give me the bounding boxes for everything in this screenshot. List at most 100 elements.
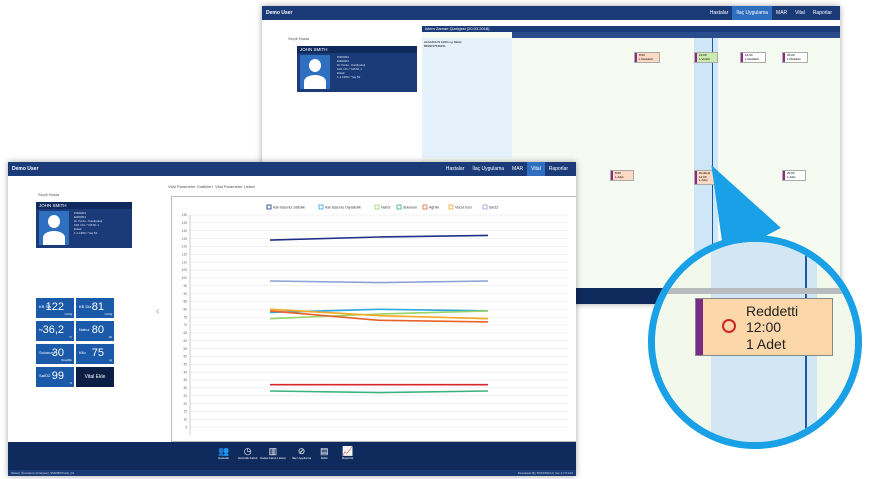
zoom-event-stripe [696,299,703,355]
y-tick-label: 20 [183,402,187,406]
zoom-divider [655,288,855,294]
y-tick-label: 95 [183,284,187,288]
y-tick-label: 70 [183,323,187,327]
back-nav-mar[interactable]: MAR [772,6,791,20]
event-box[interactable]: 12:00 1 Verildi [694,52,718,63]
status-right: Developer By TRASTECH | Ver 1.7.5.122 [517,471,573,475]
front-bottom-bar: 👥 Hastalar ◷ Hücrelik Kabul ▥ Hasta Kabul L… [8,442,576,470]
y-tick-label: 105 [182,268,188,272]
back-user-menu[interactable]: Demo User [266,10,706,16]
tab-vital-list[interactable]: Vital Parametre Listesi [215,184,255,189]
y-tick-label: 50 [183,355,187,359]
y-tick-label: 120 [182,245,188,249]
vital-chart: 5 10 15 20 25 30 35 40 45 50 55 60 65 70 75 80 85 90 95 100… [182,204,568,435]
y-tick-label: 130 [182,229,188,233]
vital-tile-kilo[interactable]: Kilo 75 kg [76,344,114,364]
y-tick-label: 100 [182,276,188,280]
event-box[interactable]: 8:00 1 Adet [610,170,634,181]
legend-checkbox[interactable] [318,204,324,210]
vital-tile-kb-dia[interactable]: KB Dia 81 mmHg [76,298,114,318]
y-tick-label: 45 [183,362,187,366]
legend-checkbox[interactable] [396,204,402,210]
drug-button[interactable]: ⊘ İlaç Uygulama [292,446,311,460]
vital-tile-kb-sis[interactable]: KB Sis 122 mmHg [36,298,74,318]
front-topbar: Demo User Hastalar İlaç Uygulama MAR Vit… [8,162,576,176]
y-tick-label: 90 [183,292,187,296]
front-nav-reports[interactable]: Raporlar [545,162,572,176]
front-window: Demo User Hastalar İlaç Uygulama MAR Vit… [8,162,576,476]
patient-info: P000001 E000001 Dr.Yurdu - Kardiyoloji 100 … [74,211,103,235]
y-tick-label: 80 [183,307,187,311]
clock-icon [722,319,736,333]
front-nav-patients[interactable]: Hastalar [442,162,469,176]
y-tick-label: 60 [183,339,187,343]
legend-checkbox[interactable] [482,204,488,210]
front-nav-mar[interactable]: MAR [508,162,527,176]
y-tick-label: 140 [182,213,188,217]
reports-button[interactable]: 📈 Raporlar [342,446,354,460]
vital-tile-isi[interactable]: Isı 36,2 °C [36,321,74,341]
timeline-hours [512,32,840,38]
legend-label: Kan Basıncı Diyastolik [325,206,361,210]
chevron-left-icon[interactable]: ‹ [156,306,159,317]
legend-label: Kan Basıncı Sistolik [273,206,305,210]
y-tick-label: 15 [183,410,187,414]
vital-tile-solunum[interactable]: Solunum 30 Resp/Min [36,344,74,364]
patient-card[interactable]: JOHN SMITH P000001 E000001 Dr.Yurdu - Kard… [36,202,132,248]
chart-icon: 📈 [342,446,354,456]
zoom-time: 12:00 [746,319,782,335]
back-nav-patients[interactable]: Hastalar [706,6,733,20]
pill-icon: ⊘ [297,446,306,456]
vital-tile-nabiz[interactable]: Nabız 80/dk [76,321,114,341]
status-bar: Sistem Önceleme Çizelgesi | SMRIBSTrack_… [8,470,576,476]
legend-checkbox[interactable] [374,204,380,210]
back-topbar: Demo User Hastalar İlaç Uygulama MAR Vit… [262,6,840,20]
legend-checkbox[interactable] [422,204,428,210]
admission-button[interactable]: ◷ Hücrelik Kabul [238,446,257,460]
selected-patient-label: Seçili Hasta [38,192,60,197]
back-patient-card[interactable]: JOHN SMITH P000001 E000001 Dr.Yurdu - Kard… [297,46,417,92]
back-nav-drug[interactable]: İlaç Uygulama [732,6,773,20]
back-patient-info: P000001 E000001 Dr.Yurdu - Kardiyoloji 100 … [337,55,366,79]
back-selected-patient-label: Seçili Hasta [288,36,310,41]
legend-label: Vücut Isısı [455,206,472,210]
y-tick-label: 75 [183,315,187,319]
event-box[interactable]: 20:00 1 Adet [782,170,806,181]
vital-tile-sato2[interactable]: SatO2 99% [36,367,74,387]
event-box[interactable]: 8:00 1 Reddetti [634,52,660,63]
front-nav-vital[interactable]: Vital [527,162,545,176]
back-nav-vital[interactable]: Vital [791,6,809,20]
y-tick-label: 25 [183,394,187,398]
front-nav-drug[interactable]: İlaç Uygulama [468,162,508,176]
y-tick-label: 85 [183,300,187,304]
drug-code: 8699037539151 [424,44,446,48]
add-vital-button[interactable]: Vital Ekle [76,367,114,387]
y-tick-label: 40 [183,370,187,374]
series-line [269,234,489,241]
front-user-menu[interactable]: Demo User [12,166,442,172]
y-tick-label: 115 [182,252,187,256]
mar-button[interactable]: ▤ MAR [320,446,329,460]
zoom-event-box[interactable]: Reddetti 12:00 1 Adet [695,298,833,356]
avatar [300,55,330,89]
avatar [39,211,69,245]
y-tick-label: 35 [183,378,187,382]
legend-label: Ağrılık [429,206,439,210]
tab-vital-charts[interactable]: Vital Parametre Grafikleri [168,184,213,189]
legend-checkbox[interactable] [448,204,454,210]
zoom-status: Reddetti [746,303,799,319]
clock-icon: ◷ [243,446,252,456]
admission-list-button[interactable]: ▥ Hasta Kabul Listesi [260,446,286,460]
legend-checkbox[interactable] [266,204,272,210]
series-line [269,390,489,394]
series-line [269,280,489,284]
patients-button[interactable]: 👥 Hastalar [218,446,229,460]
y-tick-label: 5 [185,425,187,429]
legend-label: SaO2 [489,206,498,210]
back-nav-reports[interactable]: Raporlar [809,6,836,20]
y-tick-label: 10 [183,417,187,421]
drug-cell[interactable]: ALFAZOLIN 1000 mg Tablet 8699037539151 [422,38,512,158]
event-box[interactable]: 16:00 1 Reddetti [740,52,766,63]
legend-label: Nabız [381,206,391,210]
event-box[interactable]: 20:00 1 Reddetti [782,52,808,63]
